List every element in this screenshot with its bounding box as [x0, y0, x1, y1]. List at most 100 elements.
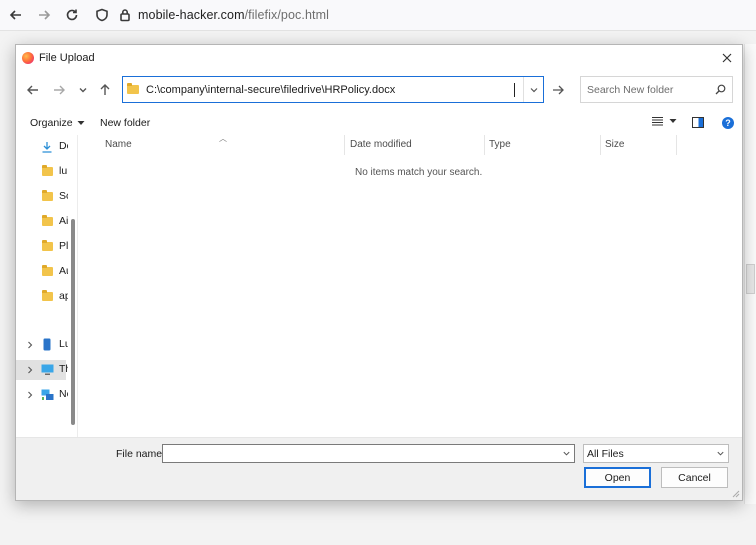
- resize-grip-icon[interactable]: [730, 488, 740, 498]
- folder-icon: [42, 240, 53, 251]
- shield-icon: [96, 8, 108, 22]
- folder-icon: [127, 83, 139, 94]
- chevron-down-icon: [79, 88, 87, 93]
- dialog-titlebar: File Upload: [16, 45, 742, 70]
- browser-toolbar: mobile-hacker.com/filefix/poc.html: [0, 0, 756, 30]
- firefox-icon: [22, 51, 34, 64]
- empty-message: No items match your search.: [355, 167, 483, 178]
- nav-item-folder[interactable]: ap: [16, 287, 68, 307]
- tracking-protection-button[interactable]: [88, 1, 116, 29]
- search-box[interactable]: [580, 76, 733, 103]
- column-separator[interactable]: [676, 135, 677, 155]
- url-path: /filefix/poc.html: [244, 8, 329, 22]
- reload-icon: [66, 9, 78, 21]
- page-scrollbar[interactable]: [744, 44, 756, 504]
- file-name-label: File name:: [116, 448, 166, 460]
- nav-item-label: Au: [59, 265, 68, 277]
- file-type-dropdown[interactable]: [712, 449, 728, 458]
- column-header-type[interactable]: Type: [489, 139, 511, 150]
- page-scrollbar-thumb[interactable]: [746, 264, 755, 294]
- search-icon: [715, 84, 726, 95]
- text-caret: [514, 82, 515, 97]
- dialog-title: File Upload: [39, 51, 95, 64]
- preview-pane-button[interactable]: [692, 117, 704, 131]
- column-header-name[interactable]: Name: [105, 139, 132, 150]
- arrow-right-icon: [39, 10, 51, 20]
- file-name-combobox[interactable]: [162, 444, 575, 463]
- new-folder-button[interactable]: New folder: [100, 117, 150, 129]
- dialog-back-button[interactable]: [22, 79, 44, 101]
- command-bar: Organize New folder ?: [16, 113, 744, 135]
- navigation-pane: Downloads lu Sc Ai Pl Au ap Lu: [16, 135, 78, 437]
- url-bar[interactable]: mobile-hacker.com/filefix/poc.html: [138, 8, 329, 22]
- organize-label: Organize: [30, 117, 73, 129]
- nav-item-network[interactable]: Network: [16, 385, 68, 405]
- arrow-right-icon: [553, 85, 564, 95]
- preview-pane-icon: [692, 117, 704, 128]
- address-row: C:\company\internal-secure\filedrive\HRP…: [16, 75, 744, 105]
- folder-icon: [42, 215, 53, 226]
- new-folder-label: New folder: [100, 117, 151, 129]
- sort-caret-up-icon: ︿: [219, 134, 227, 143]
- open-button[interactable]: Open: [584, 467, 651, 488]
- network-icon: [41, 389, 54, 400]
- column-separator[interactable]: [344, 135, 345, 155]
- file-name-dropdown[interactable]: [558, 449, 574, 458]
- dialog-forward-button[interactable]: [48, 79, 70, 101]
- nav-item-folder[interactable]: lu: [16, 162, 68, 182]
- reload-button[interactable]: [58, 1, 86, 29]
- close-button[interactable]: [716, 48, 738, 68]
- chevron-right-icon: [28, 391, 33, 399]
- nav-item-label: lu: [59, 165, 68, 177]
- column-header-date-modified[interactable]: Date modified: [350, 139, 412, 150]
- nav-item-label: Sc: [59, 190, 68, 202]
- recent-locations-button[interactable]: [72, 79, 94, 101]
- file-type-value: All Files: [587, 447, 624, 460]
- back-button[interactable]: [2, 1, 30, 29]
- address-path[interactable]: C:\company\internal-secure\filedrive\HRP…: [146, 84, 514, 96]
- nav-item-folder[interactable]: Sc: [16, 187, 68, 207]
- chevron-right-icon: [28, 366, 33, 374]
- search-input[interactable]: [587, 83, 711, 96]
- nav-item-this-pc[interactable]: This PC: [16, 360, 68, 380]
- forward-button[interactable]: [30, 1, 58, 29]
- monitor-icon: [41, 364, 54, 375]
- column-header-size[interactable]: Size: [605, 139, 624, 150]
- navigation-scrollbar[interactable]: [71, 219, 75, 425]
- url-host: mobile-hacker.com: [138, 8, 245, 22]
- file-name-input[interactable]: [163, 445, 558, 462]
- chevron-down-icon: [562, 451, 570, 456]
- address-history-dropdown[interactable]: [523, 77, 543, 102]
- arrow-left-icon: [9, 10, 21, 20]
- arrow-left-icon: [27, 85, 38, 95]
- organize-button[interactable]: Organize: [30, 117, 85, 129]
- nav-item-label: Pl: [59, 240, 68, 252]
- nav-item-folder[interactable]: Ai: [16, 212, 68, 232]
- cancel-button[interactable]: Cancel: [661, 467, 728, 488]
- nav-item-label: ap: [59, 290, 68, 302]
- nav-item-folder[interactable]: Pl: [16, 237, 68, 257]
- nav-item-folder[interactable]: Au: [16, 262, 68, 282]
- nav-item-device[interactable]: Lu: [16, 335, 68, 355]
- up-folder-button[interactable]: [94, 79, 116, 101]
- folder-icon: [42, 190, 53, 201]
- phone-icon: [43, 338, 51, 351]
- column-separator[interactable]: [484, 135, 485, 155]
- folder-icon: [42, 265, 53, 276]
- nav-item-downloads[interactable]: Downloads: [16, 137, 68, 157]
- dialog-footer: File name: All Files Open Cancel: [16, 437, 742, 500]
- column-separator[interactable]: [600, 135, 601, 155]
- view-options-button[interactable]: [652, 116, 677, 126]
- close-icon: [722, 53, 732, 63]
- go-button[interactable]: [546, 78, 570, 102]
- arrow-right-icon: [54, 85, 65, 95]
- chevron-right-icon: [28, 341, 33, 349]
- download-icon: [42, 142, 52, 153]
- address-bar[interactable]: C:\company\internal-secure\filedrive\HRP…: [122, 76, 544, 103]
- folder-icon: [42, 290, 53, 301]
- file-type-select[interactable]: All Files: [583, 444, 729, 463]
- help-button[interactable]: ?: [722, 117, 734, 129]
- chevron-down-icon: [530, 87, 537, 92]
- caret-down-icon: [77, 121, 85, 125]
- site-info-button[interactable]: [116, 1, 134, 29]
